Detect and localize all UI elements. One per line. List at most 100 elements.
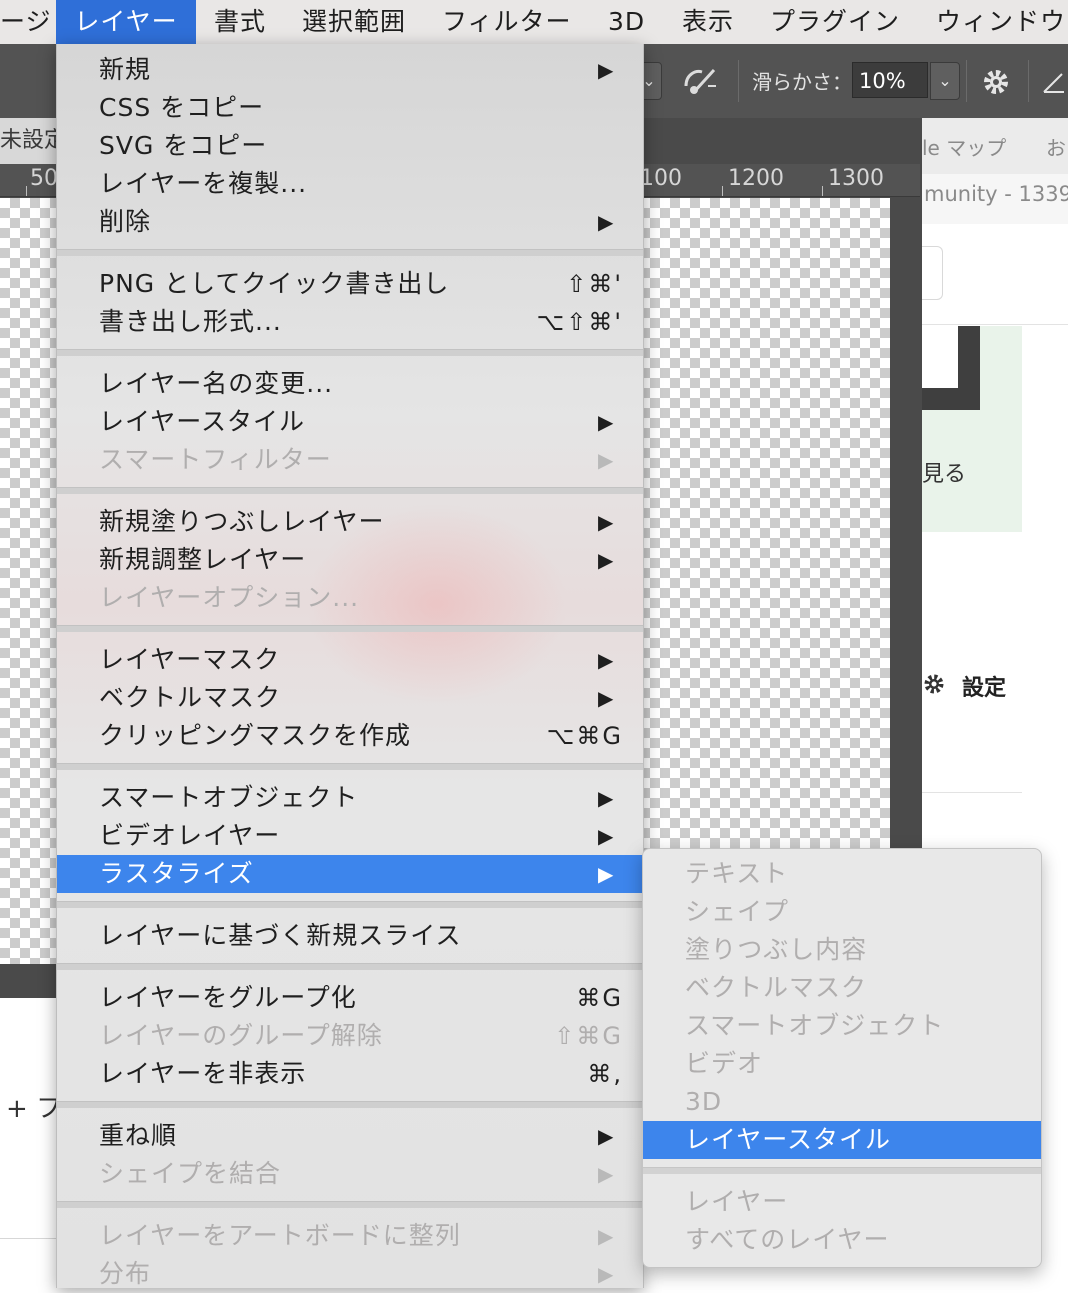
divider xyxy=(922,324,1068,325)
layer-menu-item[interactable]: ベクトルマスク ▶ xyxy=(57,679,643,717)
menu-item-shortcut: ⌘, xyxy=(587,1060,623,1088)
menu-item-label: PNG としてクイック書き出し xyxy=(99,269,450,298)
options-divider xyxy=(966,60,967,102)
menu-item-label: レイヤーマスク xyxy=(99,645,281,674)
rasterize-submenu: テキスト シェイプ 塗りつぶし内容 ベクトルマスク スマートオブジェクト ビデオ 3D レイヤ… xyxy=(642,848,1042,1268)
menu-separator xyxy=(57,625,643,632)
browser-tab[interactable]: le マップ xyxy=(922,132,1006,161)
layer-menu-item: レイヤーオプション... xyxy=(57,579,643,617)
gear-icon[interactable] xyxy=(980,66,1012,98)
layer-menu-item[interactable]: スマートオブジェクト ▶ xyxy=(57,779,643,817)
menu-separator xyxy=(57,963,643,970)
airbrush-icon[interactable] xyxy=(680,64,720,98)
layer-menu-item[interactable]: 新規塗りつぶしレイヤー ▶ xyxy=(57,503,643,541)
menu-separator xyxy=(57,487,643,494)
layer-menu-item[interactable]: PNG としてクイック書き出し ⇧⌘' xyxy=(57,265,643,303)
layer-menu-item[interactable]: CSS をコピー xyxy=(57,89,643,127)
menubar-item-view[interactable]: 表示 xyxy=(682,0,734,44)
smoothing-input[interactable]: 10% xyxy=(852,62,928,98)
menu-item-label: レイヤーオプション... xyxy=(99,583,360,612)
options-divider xyxy=(738,60,739,102)
menu-item-label: レイヤーを非表示 xyxy=(99,1059,307,1088)
layer-menu-item[interactable]: レイヤーマスク ▶ xyxy=(57,641,643,679)
menu-item-label: ラスタライズ xyxy=(99,859,254,888)
smoothing-label: 滑らかさ： xyxy=(752,70,852,94)
rasterize-submenu-item: ビデオ xyxy=(685,1049,764,1078)
menu-item-label: SVG をコピー xyxy=(99,131,268,160)
submenu-arrow-icon: ▶ xyxy=(598,786,615,810)
ruler-tick xyxy=(26,186,27,196)
layer-menu-item[interactable]: 書き出し形式... ⌥⇧⌘' xyxy=(57,303,643,341)
submenu-separator xyxy=(643,1167,1041,1174)
add-item-label[interactable]: + フ xyxy=(6,1088,62,1125)
layer-menu-item[interactable]: レイヤー名の変更... xyxy=(57,365,643,403)
menu-separator xyxy=(57,1101,643,1108)
smoothing-dropdown-button[interactable]: ⌄ xyxy=(930,62,960,100)
layer-menu-item[interactable]: レイヤーに基づく新規スライス xyxy=(57,917,643,955)
menubar: ージ レイヤー 書式 選択範囲 フィルター 3D 表示 プラグイン ウィンドウ xyxy=(0,0,1068,45)
layer-menu-item[interactable]: レイヤーを複製... xyxy=(57,165,643,203)
rasterize-submenu-item: シェイプ xyxy=(685,897,790,926)
menu-item-label: レイヤースタイル xyxy=(99,407,306,436)
web-input-box[interactable] xyxy=(922,246,943,300)
layer-menu-item[interactable]: レイヤーを非表示 ⌘, xyxy=(57,1055,643,1093)
layer-menu-item[interactable]: 削除 ▶ xyxy=(57,203,643,241)
menu-item-label: 新規塗りつぶしレイヤー xyxy=(99,507,385,536)
layer-menu-item[interactable]: ビデオレイヤー ▶ xyxy=(57,817,643,855)
layer-menu-item: 分布 ▶ xyxy=(57,1255,643,1293)
submenu-arrow-icon: ▶ xyxy=(598,1162,615,1186)
ruler-label: 50 xyxy=(30,166,58,191)
submenu-arrow-icon: ▶ xyxy=(598,686,615,710)
rasterize-submenu-item: レイヤー xyxy=(685,1187,789,1216)
menu-item-label: 分布 xyxy=(99,1259,152,1288)
menubar-item-filter[interactable]: フィルター xyxy=(442,0,572,44)
layer-menu-item[interactable]: レイヤーをグループ化 ⌘G xyxy=(57,979,643,1017)
submenu-arrow-icon: ▶ xyxy=(598,410,615,434)
menu-item-shortcut: ⇧⌘' xyxy=(566,270,623,298)
submenu-arrow-icon: ▶ xyxy=(598,548,615,572)
submenu-arrow-icon: ▶ xyxy=(598,862,615,886)
menubar-item-page[interactable]: ージ xyxy=(0,0,52,44)
menubar-item-3d[interactable]: 3D xyxy=(608,0,645,44)
submenu-arrow-icon: ▶ xyxy=(598,1124,615,1148)
submenu-arrow-icon: ▶ xyxy=(598,648,615,672)
submenu-arrow-icon: ▶ xyxy=(598,824,615,848)
rasterize-submenu-item: ベクトルマスク xyxy=(685,973,868,1002)
menubar-item-plugins[interactable]: プラグイン xyxy=(770,0,900,44)
submenu-arrow-icon: ▶ xyxy=(598,58,615,82)
browser-tabs: le マップ お xyxy=(922,118,1068,174)
menu-separator xyxy=(57,349,643,356)
menu-item-label: レイヤーをアートボードに整列 xyxy=(99,1221,461,1250)
menu-item-label: CSS をコピー xyxy=(99,93,265,122)
menu-item-label: 重ね順 xyxy=(99,1121,178,1150)
browser-tab[interactable]: お xyxy=(1046,132,1066,161)
layer-menu-item: シェイプを結合 ▶ xyxy=(57,1155,643,1193)
document-tab[interactable]: 未設定 xyxy=(0,118,60,164)
ruler-label: 1200 xyxy=(728,166,784,191)
layer-menu-item[interactable]: 新規調整レイヤー ▶ xyxy=(57,541,643,579)
menubar-item-select[interactable]: 選択範囲 xyxy=(302,0,406,44)
menu-separator xyxy=(57,249,643,256)
menu-item-label: ビデオレイヤー xyxy=(99,821,281,850)
page-title-text: munity - 1339 xyxy=(924,182,1068,206)
menu-separator xyxy=(57,763,643,770)
ruler-label: 1300 xyxy=(828,166,884,191)
menubar-item-window[interactable]: ウィンドウ xyxy=(936,0,1066,44)
rasterize-submenu-item: 3D xyxy=(685,1087,723,1116)
menubar-item-type[interactable]: 書式 xyxy=(214,0,266,44)
rasterize-submenu-item[interactable]: レイヤースタイル xyxy=(643,1121,1041,1159)
layer-menu-item[interactable]: SVG をコピー xyxy=(57,127,643,165)
layer-menu-item[interactable]: レイヤースタイル ▶ xyxy=(57,403,643,441)
angle-icon[interactable] xyxy=(1040,68,1068,96)
menu-item-shortcut: ⌥⌘G xyxy=(546,722,623,750)
menubar-item-layer[interactable]: レイヤー xyxy=(56,0,196,44)
ruler-tick xyxy=(822,186,823,196)
menu-item-label: 削除 xyxy=(99,207,152,236)
layer-menu-item[interactable]: ラスタライズ ▶ xyxy=(57,855,643,893)
menu-item-label: レイヤーを複製... xyxy=(99,169,308,198)
layer-menu-item[interactable]: 重ね順 ▶ xyxy=(57,1117,643,1155)
layer-menu-item: レイヤーのグループ解除 ⇧⌘G xyxy=(57,1017,643,1055)
see-more-link[interactable]: 見る xyxy=(922,456,966,488)
layer-menu-item[interactable]: クリッピングマスクを作成 ⌥⌘G xyxy=(57,717,643,755)
layer-menu-item[interactable]: 新規 ▶ xyxy=(57,51,643,89)
